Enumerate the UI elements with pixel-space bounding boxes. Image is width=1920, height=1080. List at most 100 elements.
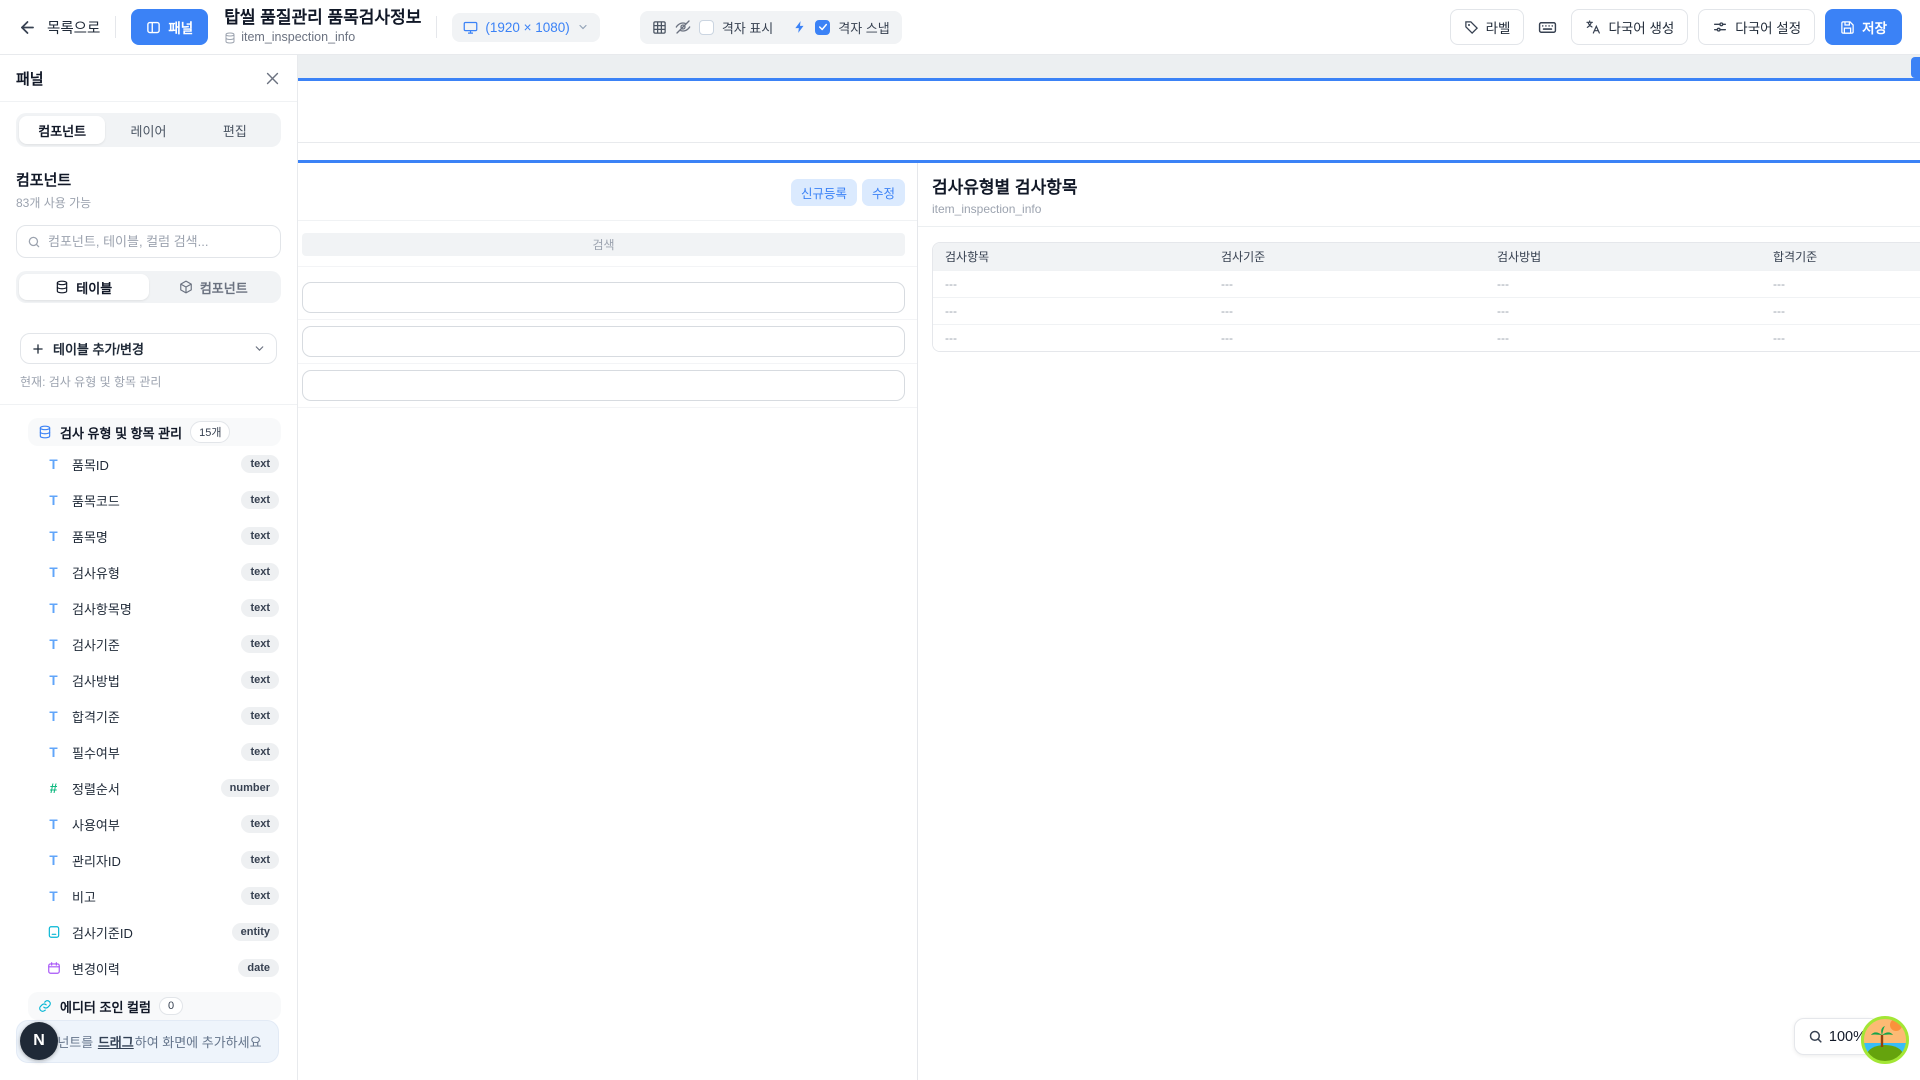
table-row[interactable]: --- --- --- --- [933, 324, 1920, 351]
field-row[interactable]: T 품목코드 text [16, 482, 283, 518]
type-badge: text [241, 887, 279, 905]
divider [436, 16, 437, 38]
field-row[interactable]: T 사용여부 text [16, 806, 283, 842]
panel-tabs: 컴포넌트 레이어 편집 [16, 113, 281, 147]
table-row[interactable]: --- --- --- --- [933, 297, 1920, 324]
table-header-row: 검사항목 검사기준 검사방법 합격기준 [933, 243, 1920, 270]
form-input[interactable] [302, 282, 905, 313]
design-canvas[interactable]: 신규등록 수정 검색 검사유형별 검사항목 item_inspection_in… [298, 55, 1920, 1080]
edit-button[interactable]: 수정 [862, 179, 905, 206]
column-header[interactable]: 검사항목 [933, 243, 1209, 270]
entity-type-icon [46, 925, 61, 939]
back-label[interactable]: 목록으로 [47, 17, 100, 38]
field-row[interactable]: T 검사방법 text [16, 662, 283, 698]
arrow-left-icon [18, 18, 37, 37]
field-row[interactable]: T 합격기준 text [16, 698, 283, 734]
grid-icon [652, 20, 667, 35]
calendar-icon [46, 961, 61, 975]
data-table[interactable]: 검사항목 검사기준 검사방법 합격기준 --- --- --- --- --- … [932, 242, 1920, 352]
divider [115, 16, 116, 38]
form-search-header[interactable]: 검색 [302, 233, 905, 256]
chevron-down-icon [253, 342, 266, 355]
field-row[interactable]: T 검사기준 text [16, 626, 283, 662]
table-section-header[interactable]: 검사 유형 및 항목 관리 15개 [28, 418, 281, 446]
save-button[interactable]: 저장 [1825, 9, 1902, 45]
panel-toggle-button[interactable]: 패널 [131, 9, 208, 45]
segment-components[interactable]: 컴포넌트 [149, 274, 279, 300]
component-search-input[interactable] [48, 234, 270, 249]
table-row[interactable]: --- --- --- --- [933, 270, 1920, 297]
type-badge: text [241, 671, 279, 689]
spacer-block[interactable] [298, 143, 1920, 160]
i18n-generate-button[interactable]: 다국어 생성 [1571, 9, 1688, 45]
form-field-row[interactable] [298, 320, 917, 364]
keyboard-icon [1538, 18, 1557, 37]
field-row[interactable]: T 필수여부 text [16, 734, 283, 770]
segment-tables[interactable]: 테이블 [19, 274, 149, 300]
text-type-icon: T [46, 745, 61, 760]
viewport-size-select[interactable]: (1920 × 1080) [452, 13, 599, 42]
text-type-icon: T [46, 853, 61, 868]
column-header[interactable]: 검사기준 [1209, 243, 1485, 270]
i18n-settings-button[interactable]: 다국어 설정 [1698, 9, 1815, 45]
components-available-count: 83개 사용 가능 [16, 194, 281, 211]
form-input[interactable] [302, 370, 905, 401]
type-badge: text [241, 599, 279, 617]
header-block[interactable] [298, 81, 1920, 143]
field-row[interactable]: T 관리자ID text [16, 842, 283, 878]
number-type-icon: # [46, 781, 61, 796]
tab-edit[interactable]: 편집 [192, 116, 278, 144]
lightning-icon [793, 20, 807, 34]
database-icon [55, 280, 69, 294]
grid-subtitle: item_inspection_info [932, 202, 1920, 216]
current-table-text: 현재: 검사 유형 및 항목 관리 [20, 373, 277, 390]
island-sticker [1860, 1015, 1910, 1065]
selection-handle[interactable] [1911, 57, 1920, 78]
tab-layers[interactable]: 레이어 [105, 116, 191, 144]
join-count-badge: 0 [159, 997, 183, 1015]
top-toolbar: 목록으로 패널 탑씰 품질관리 품목검사정보 item_inspection_i… [0, 0, 1920, 55]
panel-close-button[interactable] [264, 70, 281, 87]
field-count-badge: 15개 [190, 421, 230, 443]
form-field-row[interactable] [298, 364, 917, 408]
grid-snap-checkbox[interactable] [815, 20, 830, 35]
keyboard-shortcuts-button[interactable] [1534, 14, 1561, 41]
form-field-row[interactable] [298, 266, 917, 320]
join-columns-section-header[interactable]: 에디터 조인 컬럼 0 [28, 992, 281, 1020]
page-frame[interactable]: 신규등록 수정 검색 검사유형별 검사항목 item_inspection_in… [298, 78, 1920, 1080]
new-register-button[interactable]: 신규등록 [791, 179, 857, 206]
grid-section[interactable]: 검사유형별 검사항목 item_inspection_info 검사항목 검사기… [918, 163, 1920, 1080]
field-row[interactable]: T 비고 text [16, 878, 283, 914]
grid-title: 검사유형별 검사항목 [932, 173, 1920, 198]
add-change-table-dropdown[interactable]: 테이블 추가/변경 [20, 333, 277, 364]
field-row[interactable]: T 품목명 text [16, 518, 283, 554]
field-row[interactable]: 검사기준ID entity [16, 914, 283, 950]
cursor-avatar: N [20, 1022, 58, 1060]
box-icon [179, 280, 193, 294]
text-type-icon: T [46, 529, 61, 544]
field-row[interactable]: T 검사항목명 text [16, 590, 283, 626]
label-button[interactable]: 라벨 [1450, 9, 1525, 45]
sidebar-panel-icon [146, 20, 161, 35]
form-section[interactable]: 신규등록 수정 검색 [298, 163, 918, 1080]
component-search-box[interactable] [16, 225, 281, 258]
column-header[interactable]: 검사방법 [1485, 243, 1761, 270]
grid-options-group: 격자 표시 격자 스냅 [640, 11, 902, 44]
field-row[interactable]: # 정렬순서 number [16, 770, 283, 806]
grid-show-checkbox[interactable] [699, 20, 714, 35]
field-row[interactable]: T 품목ID text [16, 446, 283, 482]
plus-icon [31, 342, 45, 356]
form-input[interactable] [302, 326, 905, 357]
type-badge: text [241, 815, 279, 833]
type-badge: text [241, 707, 279, 725]
field-row[interactable]: T 검사유형 text [16, 554, 283, 590]
tab-components[interactable]: 컴포넌트 [19, 116, 105, 144]
components-panel: 패널 컴포넌트 레이어 편집 컴포넌트 83개 사용 가능 테이블 [0, 55, 298, 1080]
type-badge: entity [232, 923, 279, 941]
form-action-row: 신규등록 수정 [298, 163, 917, 221]
back-button[interactable] [18, 18, 37, 37]
grid-show-label: 격자 표시 [722, 18, 773, 37]
field-row[interactable]: 변경이력 date [16, 950, 283, 986]
column-header[interactable]: 합격기준 [1761, 243, 1920, 270]
type-badge: text [241, 563, 279, 581]
